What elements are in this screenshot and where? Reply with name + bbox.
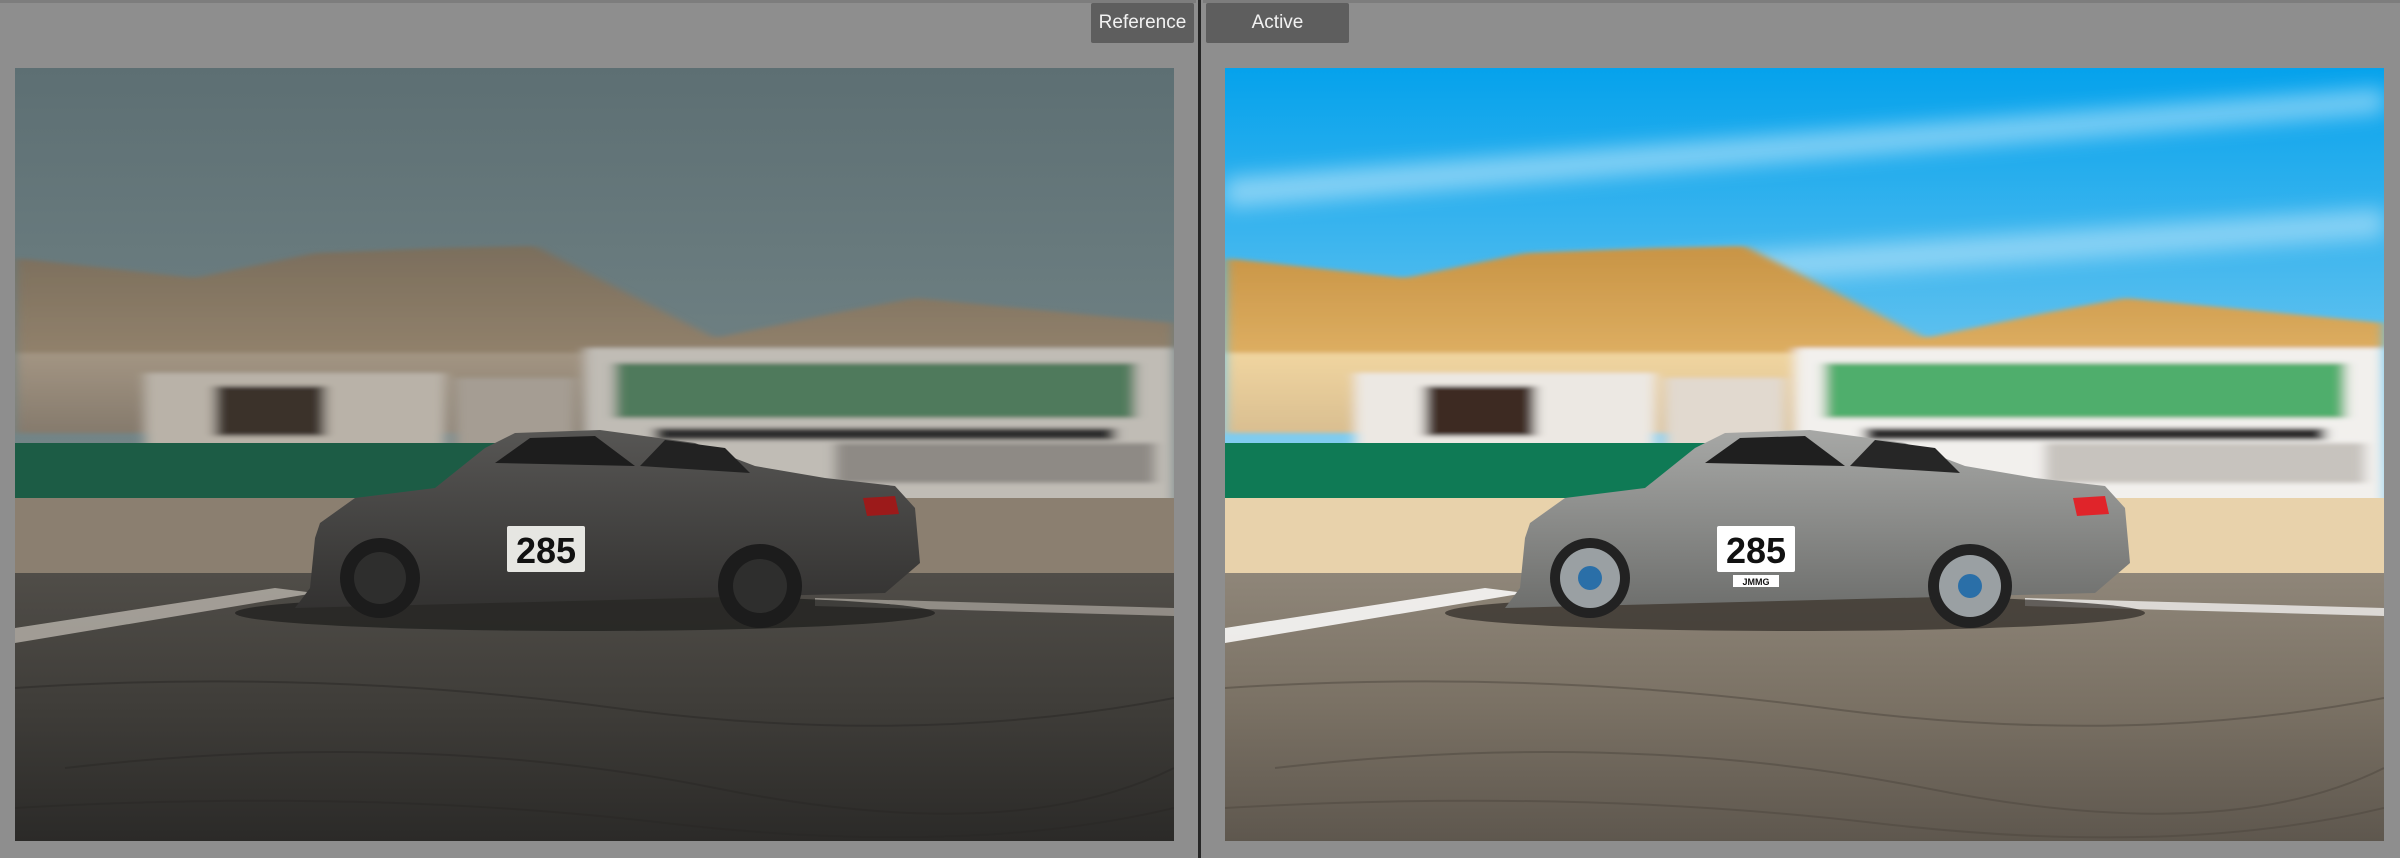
- reference-tab[interactable]: Reference: [1091, 3, 1194, 43]
- pane-top-border: [1203, 0, 2400, 3]
- active-race-number: 285: [1726, 530, 1786, 571]
- reference-pane: Reference 285: [0, 0, 1196, 858]
- pane-top-border: [0, 0, 1196, 3]
- split-divider-line: [1198, 0, 1201, 858]
- split-divider[interactable]: [1196, 0, 1203, 858]
- reference-race-number: 285: [516, 530, 576, 571]
- active-sticker: JMMG: [1743, 577, 1770, 587]
- active-photo-image: 285 JMMG: [1225, 68, 2384, 841]
- active-pane: Active 285 JMMG: [1203, 0, 2400, 858]
- reference-photo[interactable]: 285: [15, 68, 1174, 841]
- active-photo[interactable]: 285 JMMG: [1225, 68, 2384, 841]
- active-tab[interactable]: Active: [1206, 3, 1349, 43]
- compare-view: Reference 285 Active 285 JMMG: [0, 0, 2400, 858]
- reference-photo-image: 285: [15, 68, 1174, 841]
